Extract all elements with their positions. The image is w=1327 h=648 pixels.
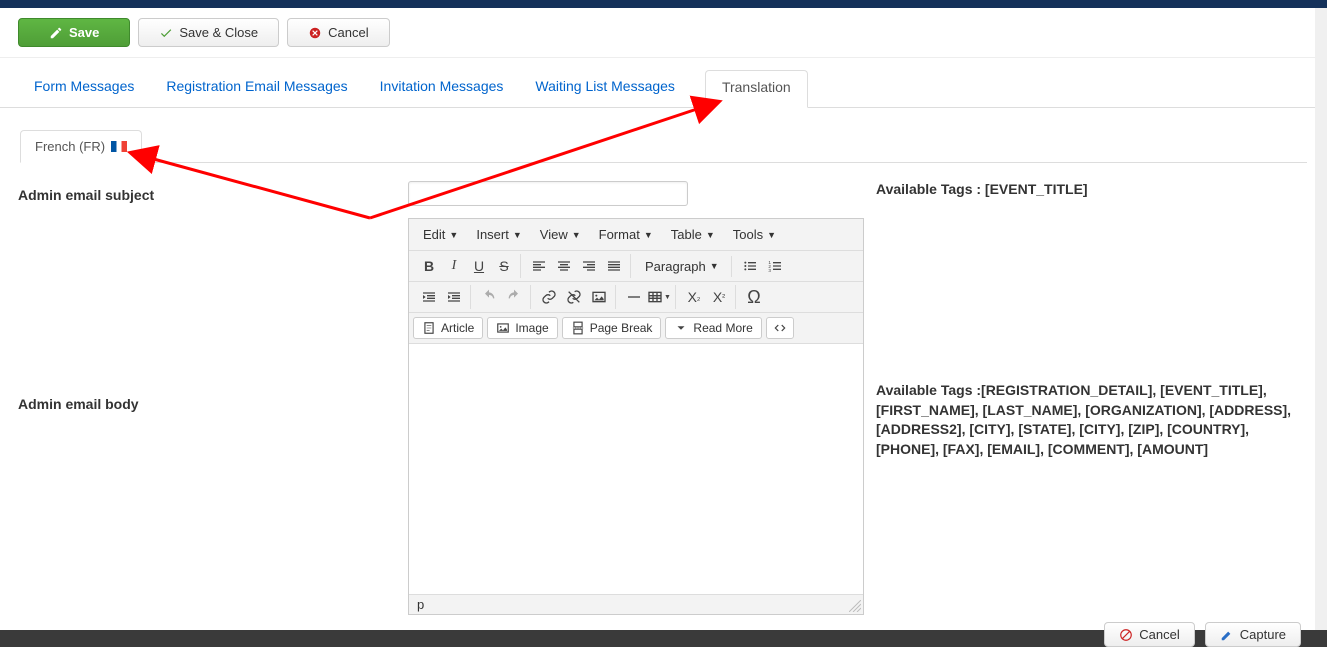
hr-button[interactable] [622,285,646,309]
caret-icon: ▼ [767,230,776,240]
resize-grip-icon[interactable] [849,600,861,612]
tab-waiting-list-messages[interactable]: Waiting List Messages [533,70,677,107]
editor-button-bar: Article Image Page Break Read More [409,313,863,344]
save-close-button[interactable]: Save & Close [138,18,279,47]
cancel-label: Cancel [328,25,368,40]
action-bar: Save Save & Close Cancel [0,8,1327,58]
menu-view[interactable]: View▼ [532,223,589,246]
footer-cancel-button[interactable]: Cancel [1104,622,1194,647]
caret-icon: ▼ [572,230,581,240]
code-icon [773,321,787,335]
menu-table[interactable]: Table▼ [663,223,723,246]
caret-icon: ▼ [710,261,719,271]
caret-icon: ▼ [513,230,522,240]
numbered-list-button[interactable]: 123 [763,254,787,278]
pagebreak-icon [571,321,585,335]
label-admin-email-subject: Admin email subject [18,181,408,206]
capture-icon [1220,628,1234,642]
toggle-code-button[interactable] [766,317,794,339]
cancel-button[interactable]: Cancel [287,18,389,47]
outdent-button[interactable] [417,285,441,309]
underline-button[interactable]: U [467,254,491,278]
image-icon [496,321,510,335]
editor-menubar: Edit▼ Insert▼ View▼ Format▼ Table▼ Tools… [409,219,863,251]
menu-tools[interactable]: Tools▼ [725,223,784,246]
language-tabs: French (FR) [20,130,1307,163]
pencil-icon [49,26,63,40]
undo-button[interactable] [477,285,501,309]
article-icon [422,321,436,335]
save-button[interactable]: Save [18,18,130,47]
align-right-button[interactable] [577,254,601,278]
paragraph-select[interactable]: Paragraph▼ [637,256,727,277]
admin-email-subject-input[interactable] [408,181,688,206]
cancel-icon [308,26,322,40]
strike-button[interactable]: S [492,254,516,278]
footer-cancel-label: Cancel [1139,627,1179,642]
available-tags-body: Available Tags :[REGISTRATION_DETAIL], [… [868,206,1309,615]
footer-buttons: Cancel Capture [0,616,1315,647]
bullet-list-button[interactable] [738,254,762,278]
save-button-label: Save [69,25,99,40]
italic-button[interactable]: I [442,254,466,278]
bold-button[interactable]: B [417,254,441,278]
row-subject: Admin email subject Available Tags : [EV… [0,163,1327,206]
app-header-bar [0,0,1327,8]
image-button[interactable] [587,285,611,309]
redo-button[interactable] [502,285,526,309]
caret-icon: ▼ [449,230,458,240]
check-icon [159,26,173,40]
label-admin-email-body: Admin email body [18,206,408,615]
editor-path: p [417,597,424,612]
editor-content-area[interactable] [409,344,863,594]
link-button[interactable] [537,285,561,309]
available-tags-subject: Available Tags : [EVENT_TITLE] [868,181,1309,206]
main-tabs: Form Messages Registration Email Message… [0,58,1327,108]
footer-capture-button[interactable]: Capture [1205,622,1301,647]
svg-text:3: 3 [768,268,771,273]
editor-toolbar-insert: ▼ X₂ X² Ω [409,282,863,313]
tab-registration-email-messages[interactable]: Registration Email Messages [164,70,349,107]
align-justify-button[interactable] [602,254,626,278]
menu-insert[interactable]: Insert▼ [468,223,529,246]
image-insert-button[interactable]: Image [487,317,557,339]
align-center-button[interactable] [552,254,576,278]
menu-edit[interactable]: Edit▼ [415,223,466,246]
table-button[interactable]: ▼ [647,285,671,309]
align-left-button[interactable] [527,254,551,278]
pagebreak-button[interactable]: Page Break [562,317,662,339]
menu-format[interactable]: Format▼ [591,223,661,246]
tab-translation[interactable]: Translation [705,70,808,108]
save-close-label: Save & Close [179,25,258,40]
caret-icon: ▼ [664,294,671,301]
caret-icon: ▼ [706,230,715,240]
scrollbar[interactable] [1315,8,1327,630]
cancel-icon [1119,628,1133,642]
footer-capture-label: Capture [1240,627,1286,642]
chevron-down-icon [674,321,688,335]
tab-form-messages[interactable]: Form Messages [32,70,136,107]
rich-text-editor: Edit▼ Insert▼ View▼ Format▼ Table▼ Tools… [408,218,864,615]
caret-icon: ▼ [644,230,653,240]
row-body: Admin email body Edit▼ Insert▼ View▼ For… [0,206,1327,615]
tab-invitation-messages[interactable]: Invitation Messages [378,70,506,107]
readmore-button[interactable]: Read More [665,317,761,339]
lang-tab-french[interactable]: French (FR) [20,130,142,163]
special-char-button[interactable]: Ω [742,285,766,309]
unlink-button[interactable] [562,285,586,309]
lang-tab-label: French (FR) [35,139,105,154]
superscript-button[interactable]: X² [707,285,731,309]
flag-fr-icon [111,141,127,152]
editor-status-bar: p [409,594,863,614]
article-button[interactable]: Article [413,317,483,339]
subscript-button[interactable]: X₂ [682,285,706,309]
editor-toolbar-formatting: B I U S Paragraph▼ [409,251,863,282]
indent-button[interactable] [442,285,466,309]
